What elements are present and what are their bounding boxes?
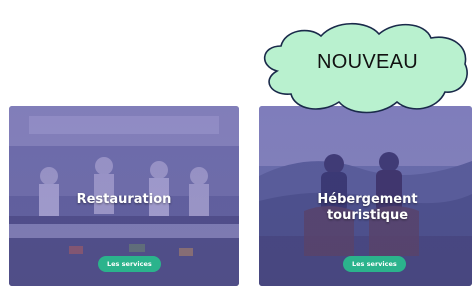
card-title: Hébergement touristique (263, 192, 472, 224)
card-title-line2: touristique (326, 208, 409, 223)
new-badge-label: NOUVEAU (317, 51, 419, 73)
service-card-restauration[interactable]: Restauration Les services (9, 106, 239, 286)
service-card-hebergement[interactable]: Hébergement touristique Les services (259, 106, 472, 286)
card-title: Restauration (76, 192, 172, 207)
services-button[interactable]: Les services (98, 256, 161, 272)
services-button[interactable]: Les services (343, 256, 406, 272)
card-title-line1: Hébergement (317, 192, 418, 207)
